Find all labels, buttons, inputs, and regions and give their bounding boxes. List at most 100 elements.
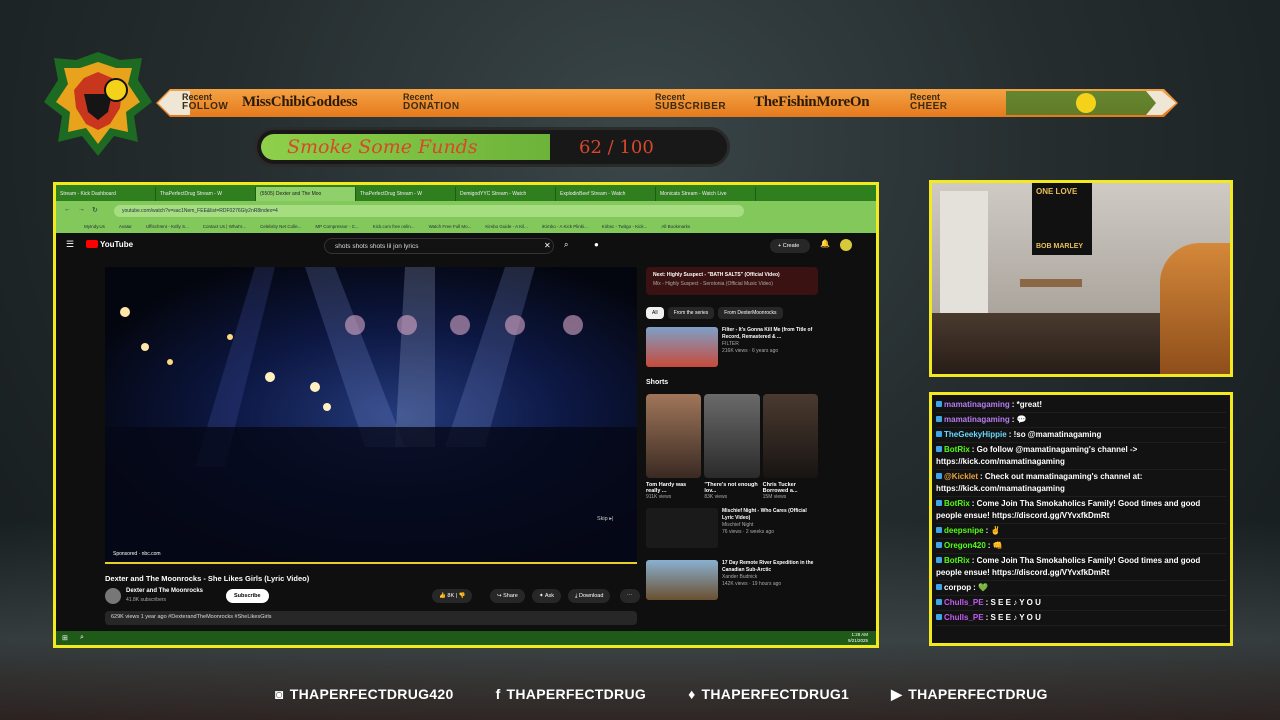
ad-progress-bar[interactable] — [105, 562, 637, 564]
chat-username[interactable]: mamatinagaming — [944, 415, 1010, 424]
social-handle: f THAPERFECTDRUG — [496, 684, 647, 704]
social-handle: ♦ THAPERFECTDRUG1 — [688, 684, 849, 704]
taskbar-search-icon[interactable]: ⌕ — [80, 634, 84, 642]
social-handle: ◙ THAPERFECTDRUG420 — [275, 684, 454, 704]
related-video[interactable]: Filter - It's Gonna Kill Me (from Title … — [646, 327, 818, 371]
sponsored-label: Sponsored · nbc.com — [113, 551, 161, 557]
browser-tab[interactable]: Monicats Stream - Watch Live — [656, 187, 756, 201]
goal-count: 62 / 100 — [579, 137, 654, 158]
goal-title: Smoke Some Funds — [287, 136, 478, 158]
taskbar-clock[interactable]: 1:28 AM 9/21/2025 — [848, 632, 868, 643]
social-handle: ▶ THAPERFECTDRUG — [891, 684, 1048, 704]
bookmark-item[interactable]: Celebrity Net Colle... — [260, 224, 301, 230]
chat-username[interactable]: BotRix — [944, 445, 970, 454]
start-icon[interactable]: ⊞ — [62, 634, 68, 642]
bookmark-item[interactable]: Kick.com free onlin... — [373, 224, 415, 230]
chat-username[interactable]: @Kicklet — [944, 472, 978, 481]
ask-button[interactable]: ✦ Ask — [532, 589, 562, 603]
chat-username[interactable]: corpop — [944, 583, 971, 592]
related-thumbnail — [646, 327, 718, 367]
up-next-card[interactable]: Next: Highly Suspect - "BATH SALTS" (Off… — [646, 267, 818, 295]
search-input[interactable]: shots shots shots lil jon lyrics — [324, 238, 554, 254]
avatar[interactable] — [840, 239, 852, 251]
related-video[interactable]: 17 Day Remote River Expedition in the Ca… — [646, 560, 818, 604]
reload-icon[interactable]: ↻ — [92, 206, 98, 214]
bookmark-item[interactable]: Avatar — [119, 224, 132, 230]
chat-message: corpop: 💚 — [936, 581, 1226, 596]
related-meta: 76 views · 2 weeks ago — [722, 529, 774, 535]
back-icon[interactable]: ← — [64, 206, 71, 213]
related-channel: Xander Budnick — [722, 574, 758, 580]
chat-username[interactable]: Chulls_PE — [944, 598, 984, 607]
chip-from-channel[interactable]: From DexterMoonrocks — [718, 307, 783, 319]
chip-all[interactable]: All — [646, 307, 664, 319]
menu-icon[interactable]: ☰ — [66, 239, 74, 250]
like-button[interactable]: 👍 8K | 👎 — [432, 589, 473, 603]
bookmark-item[interactable]: Watch Free Full Mo... — [429, 224, 472, 230]
create-button[interactable]: + Create — [770, 239, 810, 253]
chat-message: mamatinagaming: 💬 — [936, 413, 1226, 428]
browser-tab[interactable]: (5505) Dexter and The Moo — [256, 187, 356, 201]
chat-username[interactable]: TheGeekyHippie — [944, 430, 1007, 439]
lion-logo-icon — [44, 52, 152, 156]
forward-icon[interactable]: → — [78, 206, 85, 213]
up-next-title: Next: Highly Suspect - "BATH SALTS" (Off… — [653, 272, 780, 278]
video-player[interactable]: Sponsored · nbc.com Skip ▸| — [105, 267, 637, 564]
chat-username[interactable]: BotRix — [944, 556, 970, 565]
chat-username[interactable]: Oregon420 — [944, 541, 986, 550]
bookmark-item[interactable]: Kimbo Guide - A Kil... — [485, 224, 528, 230]
chat-username[interactable]: Chulls_PE — [944, 613, 984, 622]
related-video[interactable]: Mischief Night - Who Cares (Official Lyr… — [646, 508, 818, 552]
related-meta: 142K views · 19 hours ago — [722, 581, 782, 587]
room-door — [940, 191, 988, 316]
download-button[interactable]: ⤓ Download — [568, 589, 611, 603]
instagram-icon: ◙ — [275, 686, 284, 702]
notifications-icon[interactable]: 🔔 — [820, 239, 830, 248]
bookmark-item[interactable]: All Bookmarks — [661, 224, 690, 230]
bookmark-item[interactable]: MyIndy.Us — [84, 224, 105, 230]
subscriber-count: 41.8K subscribers — [126, 597, 167, 603]
bookmark-item[interactable]: MP Compressor - C... — [315, 224, 358, 230]
more-actions-button[interactable]: ⋯ — [620, 589, 640, 603]
microphone-icon[interactable]: ● — [594, 240, 599, 249]
chat-username[interactable]: mamatinagaming — [944, 400, 1010, 409]
browser-tab[interactable]: ThaPerfectDrug Stream - W — [356, 187, 456, 201]
clear-search-icon[interactable]: ✕ — [544, 241, 551, 250]
video-description[interactable]: 629K views 1 year ago #DexterandTheMoonr… — [105, 611, 637, 625]
short-item[interactable]: Tom Hardy was really ... 911K views — [646, 394, 702, 500]
chip-from-series[interactable]: From the series — [667, 307, 715, 319]
social-handle-text: THAPERFECTDRUG1 — [701, 686, 850, 702]
url-field[interactable]: youtube.com/watch?v=sac1Nem_FEE&list=RDF… — [114, 205, 744, 217]
related-thumbnail — [646, 560, 718, 600]
chat-username[interactable]: deepsnipe — [944, 526, 984, 535]
related-thumbnail — [646, 508, 718, 548]
short-item[interactable]: "There's not enough lov... 83K views — [704, 394, 760, 500]
chat-message: BotRix: Go follow @mamatinagaming's chan… — [936, 443, 1226, 470]
subscribe-button[interactable]: Subscribe — [226, 589, 269, 603]
bookmark-item[interactable]: iKimbo - A Kick Plinki... — [542, 224, 588, 230]
chat-message: BotRix: Come Join Tha Smokaholics Family… — [936, 554, 1226, 581]
skip-ad-button[interactable]: Skip ▸| — [597, 516, 613, 522]
browser-tab[interactable]: ThaPerfectDrug Stream - W — [156, 187, 256, 201]
chat-badge-icon — [936, 584, 942, 590]
search-icon[interactable]: ⌕ — [564, 240, 568, 250]
chat-text: : Come Join Tha Smokaholics Family! Good… — [936, 499, 1201, 520]
screen-capture-frame: Stream - Kick Dashboard ThaPerfectDrug St… — [53, 182, 879, 648]
share-button[interactable]: ↪ Share — [490, 589, 525, 603]
chat-username[interactable]: BotRix — [944, 499, 970, 508]
short-item[interactable]: Chris Tucker Borrowed a... 15M views — [762, 394, 818, 500]
channel-avatar[interactable] — [105, 588, 121, 604]
bookmark-item[interactable]: Kirbsc - Twitgo - Kick... — [602, 224, 648, 230]
browser-tab[interactable]: DemigodYYC Stream - Watch — [456, 187, 556, 201]
browser-tab[interactable]: Stream - Kick Dashboard — [56, 187, 156, 201]
channel-name[interactable]: Dexter and The Moonrocks — [126, 588, 203, 594]
browser-tab[interactable]: ExplodinBeef Stream - Watch — [556, 187, 656, 201]
ticker-follow-label: Recent FOLLOW — [182, 92, 229, 112]
related-title: Mischief Night - Who Cares (Official Lyr… — [722, 508, 807, 521]
chat-badge-icon — [936, 500, 942, 506]
bookmark-item[interactable]: Contact Us | What's... — [203, 224, 246, 230]
bookmark-item[interactable]: Uffisch!ent - Kelly S... — [146, 224, 189, 230]
webcam-frame: ONE LOVE BOB MARLEY — [929, 180, 1233, 377]
youtube-logo[interactable]: YouTube — [86, 240, 133, 249]
concert-stage-scene — [105, 267, 637, 564]
